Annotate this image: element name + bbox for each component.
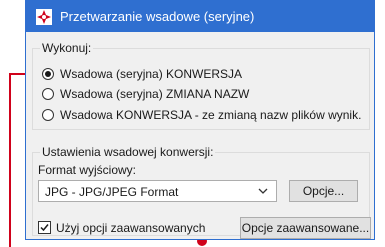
radio-button[interactable] (42, 109, 54, 121)
radio-button[interactable] (42, 88, 54, 100)
advanced-options-button[interactable]: Opcje zaawansowane... (240, 217, 371, 239)
advanced-options-checkbox[interactable] (38, 221, 51, 234)
conversion-group-legend: Ustawienia wsadowej konwersji: (40, 145, 216, 159)
checkmark-icon (40, 224, 49, 232)
title-bar[interactable]: Przetwarzanie wsadowe (seryjne) (26, 1, 374, 32)
execute-group: Wykonuj: Wsadowa (seryjna) KONWERSJA Wsa… (32, 41, 370, 130)
window-title: Przetwarzanie wsadowe (seryjne) (60, 9, 255, 24)
output-format-select[interactable]: JPG - JPG/JPEG Format (38, 180, 277, 202)
radio-label: Wsadowa KONWERSJA - ze zmianą nazw plikó… (60, 108, 362, 122)
output-format-value: JPG - JPG/JPEG Format (45, 185, 179, 199)
radio-label: Wsadowa (seryjna) KONWERSJA (60, 67, 243, 81)
conversion-settings-group: Ustawienia wsadowej konwersji: Format wy… (32, 145, 371, 239)
app-icon (36, 9, 52, 25)
radio-label: Wsadowa (seryjna) ZMIANA NAZW (60, 87, 250, 101)
radio-button-checked[interactable] (42, 68, 54, 80)
chevron-down-icon (258, 188, 268, 194)
execute-group-legend: Wykonuj: (40, 41, 94, 55)
options-button[interactable]: Opcje... (289, 180, 358, 202)
output-format-label: Format wyjściowy: (38, 163, 137, 177)
annotation-line-vertical (9, 74, 11, 247)
advanced-options-label[interactable]: Użyj opcji zaawansowanych (56, 221, 205, 235)
batch-processing-dialog: Przetwarzanie wsadowe (seryjne) Wykonuj:… (25, 0, 375, 240)
